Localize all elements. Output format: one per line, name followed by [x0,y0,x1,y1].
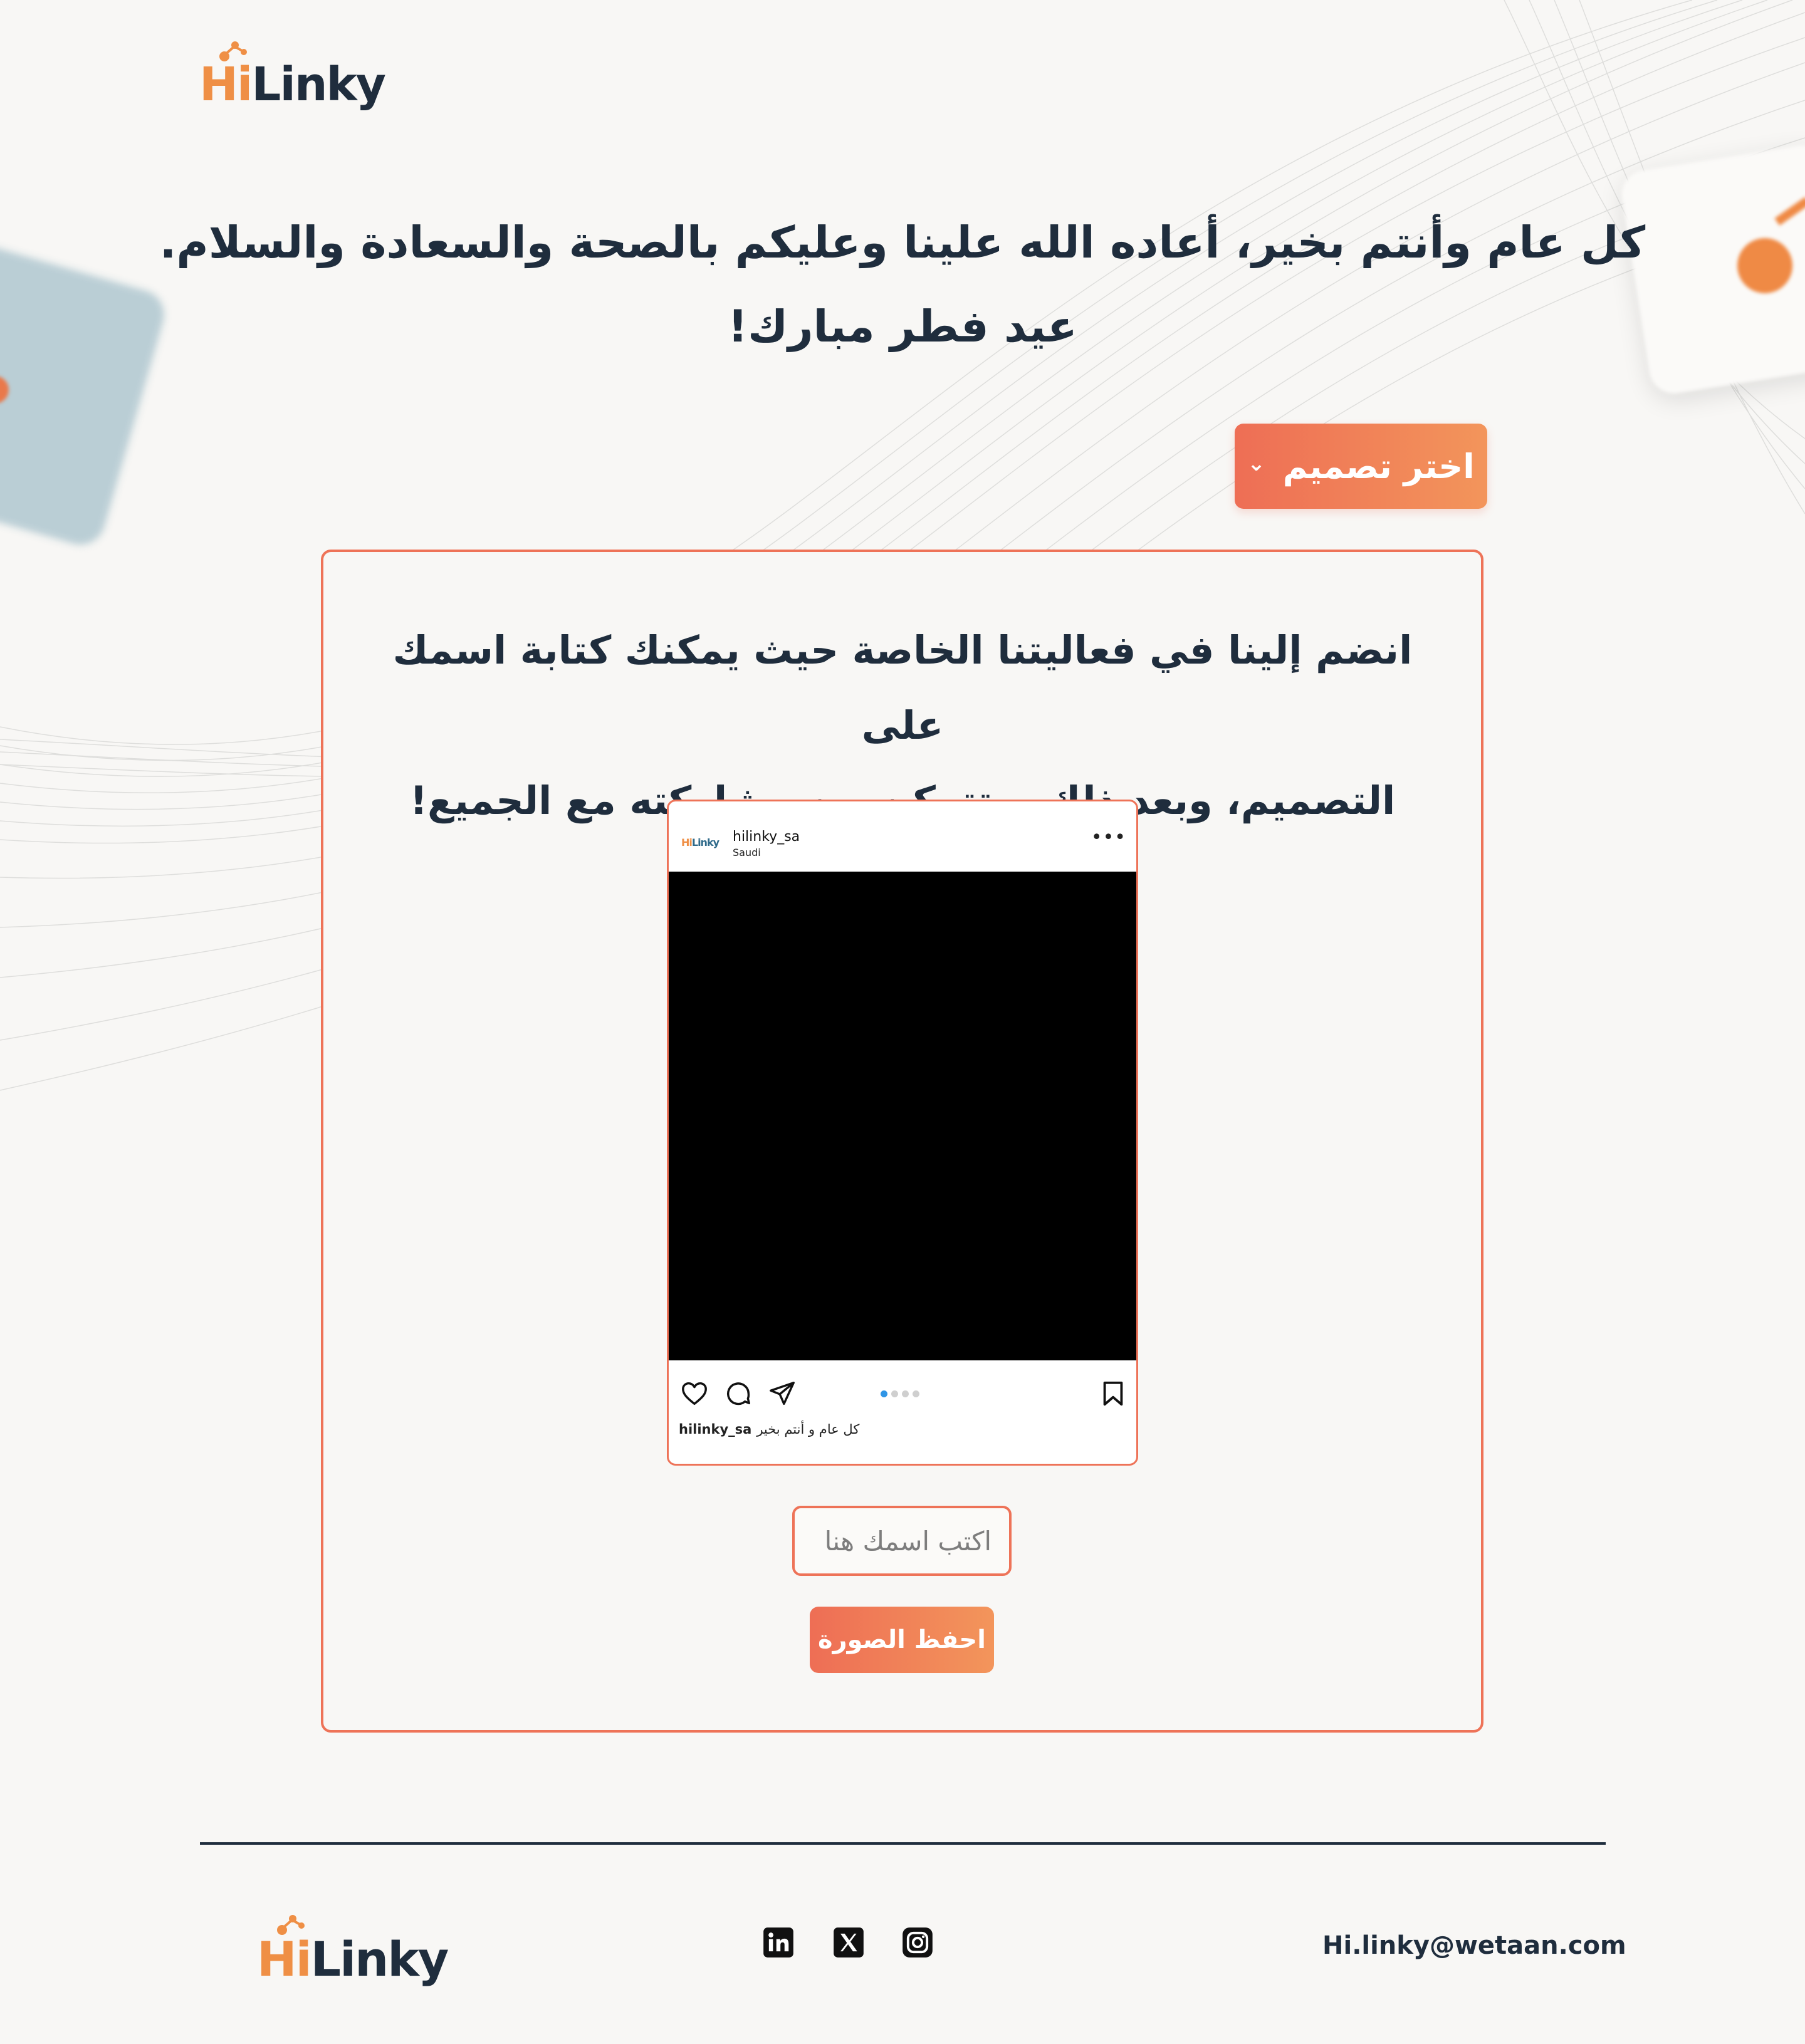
carousel-dot [913,1390,919,1397]
contact-email[interactable]: Hi.linky@wetaan.com [1322,1931,1626,1960]
name-input[interactable] [792,1506,1012,1576]
share-icon[interactable] [768,1379,797,1408]
post-image [669,872,1136,1360]
carousel-dot [891,1390,898,1397]
carousel-dot [881,1390,887,1397]
x-icon[interactable] [832,1926,865,1959]
heart-icon[interactable] [680,1379,709,1408]
footer-divider [200,1842,1606,1845]
greeting-line-2: عيد فطر مبارك! [728,301,1077,352]
carousel-dot [902,1390,909,1397]
logo-hi: Hi [199,58,253,112]
post-username: hilinky_sa [733,829,800,845]
carousel-indicator [881,1390,919,1397]
post-preview: Hi Linky hilinky_sa Saudi ••• hilinky_sa … [667,800,1138,1466]
post-location: Saudi [733,847,761,858]
caption-text: كل عام و أنتم بخير [756,1422,860,1437]
card-description-line-1: انضم إلينا في فعاليتنا الخاصة حيث يمكنك … [392,627,1413,748]
post-actions [669,1360,1136,1423]
footer-logo-hi: Hi [257,1931,312,1987]
post-avatar: Hi Linky [681,826,719,858]
caption-username: hilinky_sa [679,1422,752,1437]
instagram-icon[interactable] [901,1926,934,1959]
logo-molecule-icon [219,41,247,61]
more-options-icon[interactable]: ••• [1091,826,1126,848]
post-avatar-hi: Hi [681,836,693,848]
choose-design-label: اختر تصميم [1282,446,1475,486]
chevron-down-icon: ⌄ [1247,451,1265,476]
footer-logo-linky: Linky [310,1931,449,1987]
bookmark-icon[interactable] [1099,1379,1127,1408]
logo-linky: Linky [251,58,386,112]
greeting-heading: كل عام وأنتم بخير، أعاده الله علينا وعلي… [125,201,1680,368]
header-logo[interactable]: Hi Linky [199,41,386,112]
comment-icon[interactable] [724,1379,753,1408]
footer-logo[interactable]: Hi Linky [257,1915,449,1987]
post-header: Hi Linky hilinky_sa Saudi ••• [669,801,1136,872]
decorative-dot-right [1737,238,1792,293]
save-image-button[interactable]: احفظ الصورة [810,1607,994,1673]
linkedin-icon[interactable] [762,1926,795,1959]
choose-design-dropdown[interactable]: اختر تصميم ⌄ [1235,424,1487,509]
logo-molecule-icon [277,1915,305,1935]
greeting-line-1: كل عام وأنتم بخير، أعاده الله علينا وعلي… [159,217,1646,268]
post-caption: hilinky_sa كل عام و أنتم بخير [679,1422,859,1437]
post-avatar-linky: Linky [691,836,719,848]
